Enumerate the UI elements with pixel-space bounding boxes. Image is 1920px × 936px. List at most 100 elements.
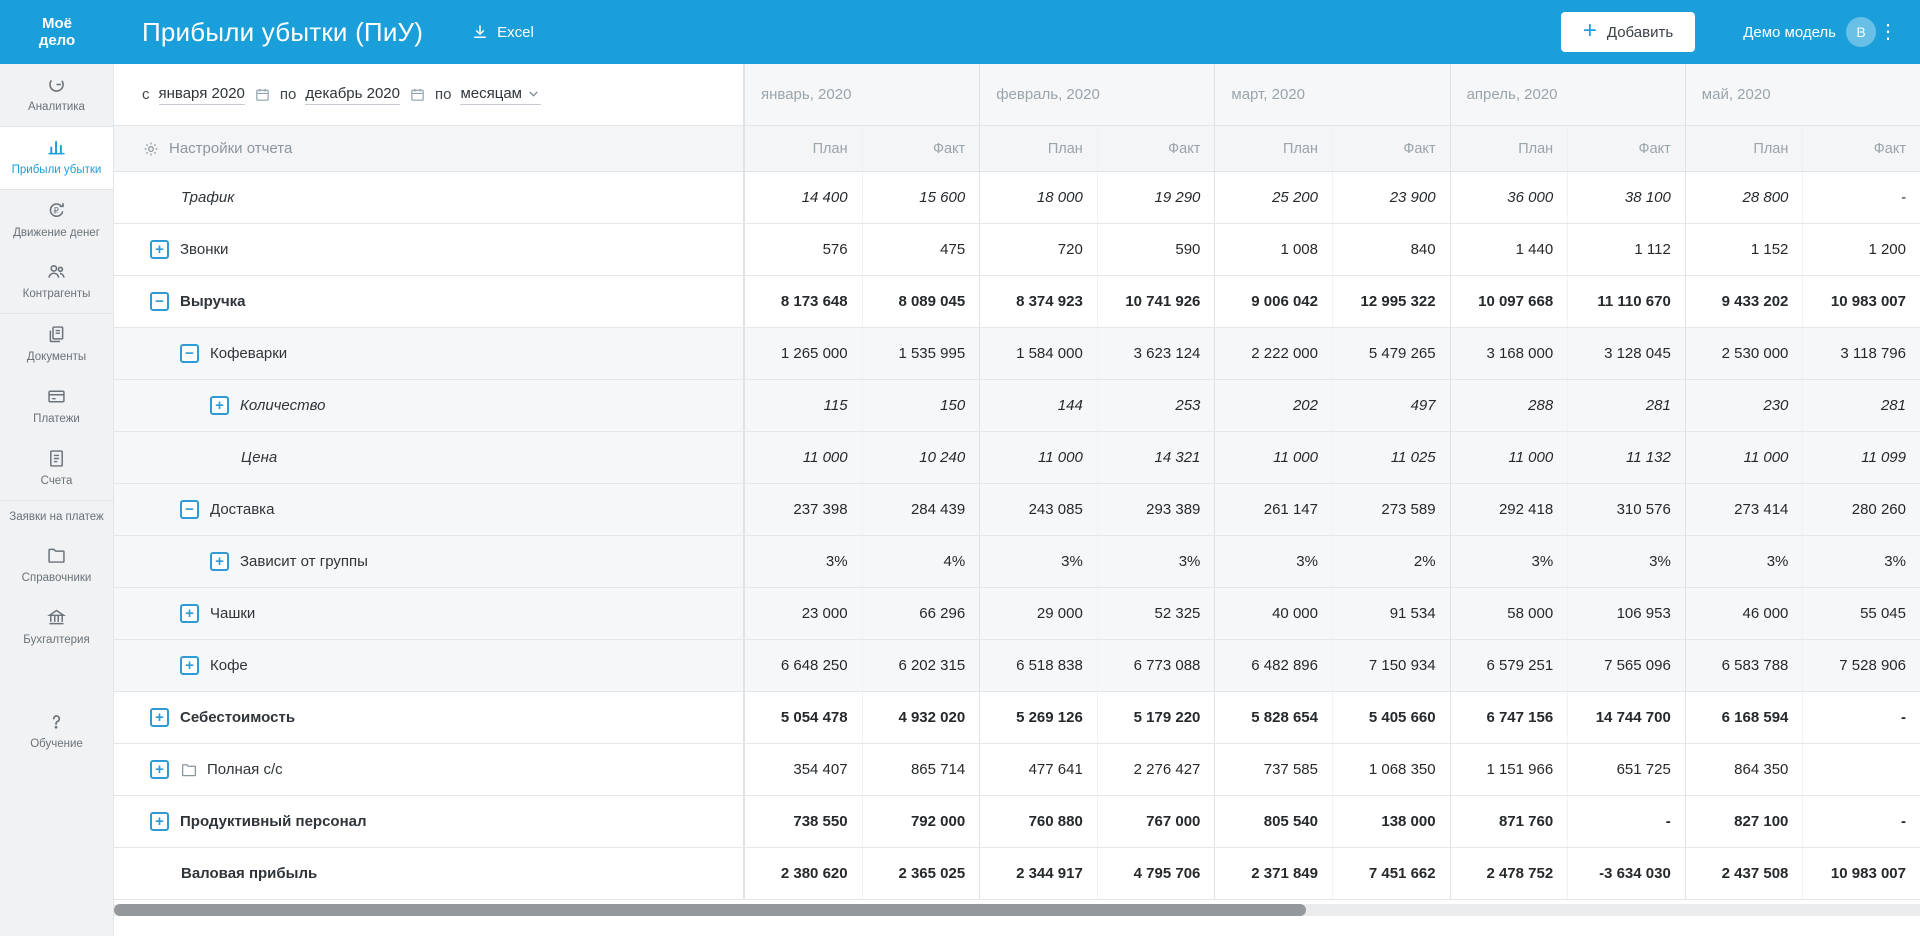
collapse-icon[interactable]: − [180,500,199,519]
fact-value-cell[interactable]: 767 000 [1096,796,1215,847]
plan-value-cell[interactable]: 9 006 042 [1214,276,1332,327]
sidebar-item-payments[interactable]: Платежи [0,376,113,438]
fact-value-cell[interactable]: 23 900 [1331,172,1450,223]
fact-value-cell[interactable]: 7 451 662 [1331,848,1450,899]
fact-value-cell[interactable]: 284 439 [861,484,980,535]
expand-icon[interactable]: + [150,240,169,259]
expand-icon[interactable]: + [150,812,169,831]
fact-value-cell[interactable]: 3 128 045 [1567,328,1685,379]
plan-value-cell[interactable]: 273 414 [1684,484,1803,535]
expand-icon[interactable]: + [210,396,229,415]
expand-icon[interactable]: + [180,604,199,623]
plan-value-cell[interactable]: 576 [744,224,862,275]
fact-value-cell[interactable]: 5 179 220 [1096,692,1215,743]
expand-icon[interactable]: + [150,760,169,779]
expand-icon[interactable]: + [150,708,169,727]
fact-value-cell[interactable]: 5 479 265 [1331,328,1450,379]
fact-value-cell[interactable]: 792 000 [861,796,980,847]
calendar-icon[interactable] [409,86,426,103]
fact-value-cell[interactable]: 475 [861,224,980,275]
add-button[interactable]: + Добавить [1560,12,1696,52]
sidebar-item-profit-loss[interactable]: Прибыли убытки [0,125,113,190]
fact-value-cell[interactable]: 52 325 [1096,588,1215,639]
fact-value-cell[interactable]: 10 240 [861,432,980,483]
fact-value-cell[interactable]: 3% [1096,536,1215,587]
fact-value-cell[interactable]: 280 260 [1802,484,1920,535]
plan-value-cell[interactable]: 58 000 [1449,588,1568,639]
fact-value-cell[interactable]: 7 565 096 [1567,640,1685,691]
fact-value-cell[interactable]: 281 [1567,380,1685,431]
sidebar-item-invoices[interactable]: Счета [0,438,113,500]
fact-value-cell[interactable]: 253 [1096,380,1215,431]
plan-value-cell[interactable]: 288 [1449,380,1568,431]
sidebar-item-contractors[interactable]: Контрагенты [0,251,113,313]
plan-value-cell[interactable]: 40 000 [1214,588,1332,639]
plan-value-cell[interactable]: 1 440 [1449,224,1568,275]
fact-value-cell[interactable]: 293 389 [1096,484,1215,535]
fact-value-cell[interactable]: 10 741 926 [1096,276,1215,327]
fact-value-cell[interactable]: 10 983 007 [1802,848,1920,899]
plan-value-cell[interactable]: 8 173 648 [744,276,862,327]
plan-value-cell[interactable]: 292 418 [1449,484,1568,535]
plan-value-cell[interactable]: 871 760 [1449,796,1568,847]
excel-export-button[interactable]: Excel [471,23,534,41]
plan-value-cell[interactable]: 3% [1684,536,1803,587]
plan-value-cell[interactable]: 1 151 966 [1449,744,1568,795]
fact-value-cell[interactable]: 651 725 [1567,744,1685,795]
plan-value-cell[interactable]: 738 550 [744,796,862,847]
fact-value-cell[interactable]: 1 535 995 [861,328,980,379]
plan-value-cell[interactable]: 3% [1449,536,1568,587]
fact-value-cell[interactable]: 2 276 427 [1096,744,1215,795]
fact-value-cell[interactable]: 8 089 045 [861,276,980,327]
plan-value-cell[interactable]: 8 374 923 [979,276,1097,327]
sidebar-item-cash-flow[interactable]: ₽ Движение денег [0,190,113,252]
plan-value-cell[interactable]: 1 152 [1684,224,1803,275]
plan-value-cell[interactable]: 11 000 [1214,432,1332,483]
fact-value-cell[interactable]: 4% [861,536,980,587]
plan-value-cell[interactable]: 3% [744,536,862,587]
fact-value-cell[interactable]: 150 [861,380,980,431]
plan-value-cell[interactable]: 46 000 [1684,588,1803,639]
plan-value-cell[interactable]: 805 540 [1214,796,1332,847]
fact-value-cell[interactable]: 14 321 [1096,432,1215,483]
plan-value-cell[interactable]: 5 269 126 [979,692,1097,743]
fact-value-cell[interactable]: -3 634 030 [1567,848,1685,899]
fact-value-cell[interactable]: 590 [1096,224,1215,275]
plan-value-cell[interactable]: 760 880 [979,796,1097,847]
plan-value-cell[interactable]: 2 478 752 [1449,848,1568,899]
plan-value-cell[interactable]: 237 398 [744,484,862,535]
plan-value-cell[interactable]: 827 100 [1684,796,1803,847]
sidebar-item-education[interactable]: Обучение [0,701,113,763]
fact-value-cell[interactable]: 310 576 [1567,484,1685,535]
plan-value-cell[interactable]: 6 518 838 [979,640,1097,691]
plan-value-cell[interactable]: 14 400 [744,172,862,223]
expand-icon[interactable]: + [180,656,199,675]
fact-value-cell[interactable]: 138 000 [1331,796,1450,847]
plan-value-cell[interactable]: 11 000 [979,432,1097,483]
plan-value-cell[interactable]: 144 [979,380,1097,431]
fact-value-cell[interactable]: 840 [1331,224,1450,275]
fact-value-cell[interactable]: 38 100 [1567,172,1685,223]
avatar[interactable]: В [1846,17,1876,47]
plan-value-cell[interactable]: 230 [1684,380,1803,431]
expand-icon[interactable]: + [210,552,229,571]
plan-value-cell[interactable]: 1 008 [1214,224,1332,275]
fact-value-cell[interactable]: 106 953 [1567,588,1685,639]
fact-value-cell[interactable]: 4 795 706 [1096,848,1215,899]
plan-value-cell[interactable]: 243 085 [979,484,1097,535]
plan-value-cell[interactable]: 6 747 156 [1449,692,1568,743]
sidebar-item-accounting[interactable]: Бухгалтерия [0,597,113,659]
fact-value-cell[interactable]: 4 932 020 [861,692,980,743]
plan-value-cell[interactable]: 6 579 251 [1449,640,1568,691]
fact-value-cell[interactable]: - [1567,796,1685,847]
plan-value-cell[interactable]: 11 000 [1449,432,1568,483]
plan-value-cell[interactable]: 354 407 [744,744,862,795]
plan-value-cell[interactable]: 29 000 [979,588,1097,639]
fact-value-cell[interactable] [1802,744,1920,795]
report-settings-button[interactable]: Настройки отчета [114,126,744,171]
fact-value-cell[interactable]: 11 025 [1331,432,1450,483]
plan-value-cell[interactable]: 6 648 250 [744,640,862,691]
plan-value-cell[interactable]: 2 222 000 [1214,328,1332,379]
collapse-icon[interactable]: − [180,344,199,363]
fact-value-cell[interactable]: 7 150 934 [1331,640,1450,691]
